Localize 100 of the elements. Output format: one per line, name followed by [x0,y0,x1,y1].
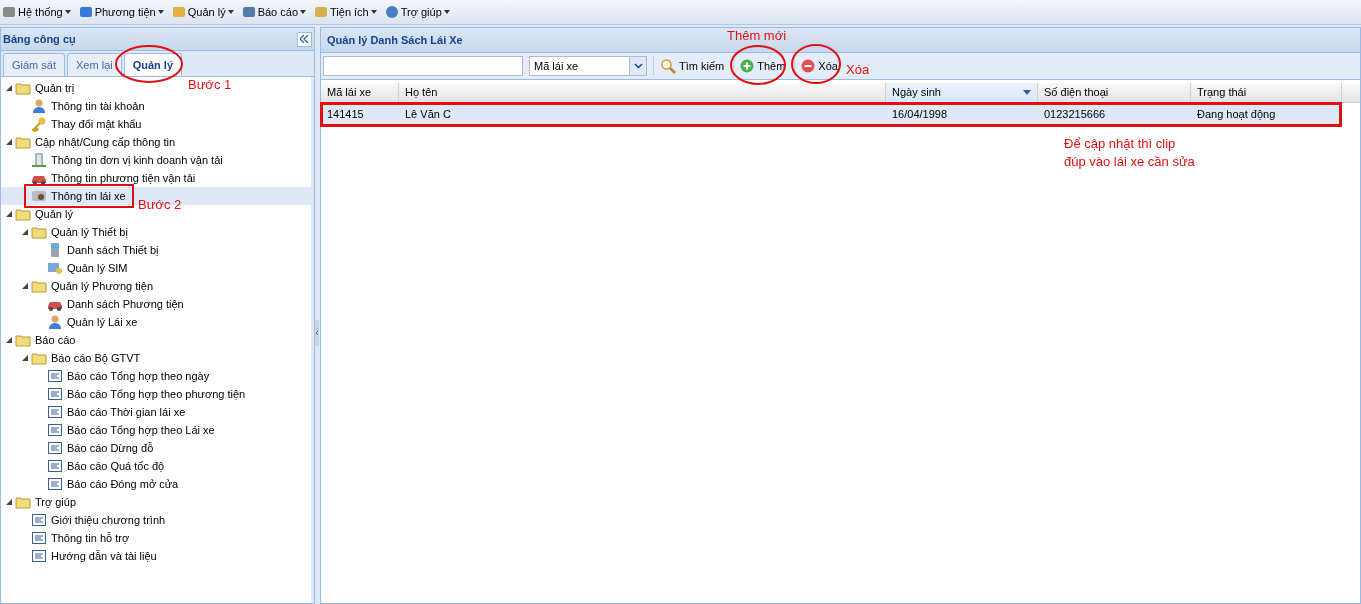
tree-item[interactable]: Báo cáo Tổng hợp theo ngày [37,367,210,385]
document-icon [47,404,63,420]
caret-icon [157,10,164,14]
folder-icon [31,278,47,294]
key-icon [31,116,47,132]
tree-item[interactable]: Danh sách Thiết bị [37,241,159,259]
tree-item[interactable]: Hướng dẫn và tài liệu [21,547,157,565]
document-icon [31,512,47,528]
tree-item-label: Thay đổi mật khẩu [51,117,142,131]
table-row[interactable]: 141415 Lê Văn C 16/04/1998 0123215666 Đang hoạt động [321,103,1342,125]
document-icon [47,458,63,474]
tree-item[interactable]: Báo cáo Dừng đỗ [37,439,154,457]
menu-icon [384,5,399,19]
sidebar-tab[interactable]: Xem lại [67,53,122,76]
search-field[interactable] [323,56,523,76]
caret-icon [443,10,450,14]
table-cell-text: Lê Văn C [404,106,452,122]
tree-item[interactable]: Quản lý Thiết bị [21,223,128,241]
column-header[interactable]: Trạng thái [1191,83,1342,102]
tree-item[interactable]: Cập nhật/Cung cấp thông tin [5,133,176,151]
tree-item-label: Báo cáo Thời gian lái xe [67,405,186,419]
document-icon [47,386,63,402]
tree-item[interactable]: Quản lý Lái xe [37,313,138,331]
annotation-text: Bước 1 [188,76,232,94]
menu-icon [241,5,256,19]
tree-item[interactable]: Báo cáo Thời gian lái xe [37,403,186,421]
document-icon [47,368,63,384]
tree-item-label: Báo cáo Tổng hợp theo ngày [67,369,210,383]
menu-icon [2,5,16,19]
toolbar-button[interactable]: Tìm kiếm [653,56,728,76]
chevron-down-icon [633,63,643,69]
expand-icon[interactable] [5,138,13,146]
tree-item[interactable]: Thông tin tài khoản [21,97,145,115]
menu-item[interactable]: Hệ thống [2,3,71,21]
column-header[interactable]: Số điện thoại [1038,83,1191,102]
menu-item[interactable]: Trợ giúp [384,3,450,21]
tree-item[interactable]: Thông tin phương tiện vận tải [21,169,196,187]
tree-item[interactable]: Trợ giúp [5,493,77,511]
column-header[interactable]: Ngày sinh [886,83,1038,102]
annotation-text: Bước 2 [138,196,182,214]
menu-icon [171,5,186,19]
folder-icon [15,332,31,348]
filter-dropdown[interactable]: Mã lái xe [529,56,647,76]
tree-item[interactable]: Giới thiệu chương trình [21,511,166,529]
annotation-text: Để cập nhật thì clip đúp vào lái xe cần sửa [1064,135,1195,171]
document-icon [31,530,47,546]
tree-item[interactable]: Quản lý [5,205,73,223]
tree-item-label: Báo cáo [35,333,76,347]
menu-item[interactable]: Báo cáo [241,3,306,21]
person-icon [31,98,47,114]
tree-item-label: Báo cáo Tổng hợp theo phương tiện [67,387,246,401]
tree-item-label: Thông tin lái xe [51,189,126,203]
caret-icon [300,10,306,14]
folder-icon [15,134,31,150]
tree-item[interactable]: Báo cáo Tổng hợp theo phương tiện [37,385,246,403]
tree-item-label: Báo cáo Bộ GTVT [51,351,141,365]
document-icon [47,422,63,438]
tree-item[interactable]: Quản trị [5,79,75,97]
person-icon [47,314,63,330]
column-header[interactable]: Mã lái xe [321,83,399,102]
highlight-ellipse [729,44,787,86]
tree-item-label: Quản trị [35,81,75,95]
menu-item[interactable]: Phương tiện [78,3,164,21]
tree-item[interactable]: Thay đổi mật khẩu [21,115,142,133]
tree-item-label: Báo cáo Đóng mở cửa [67,477,179,491]
tree-item[interactable]: Danh sách Phương tiện [37,295,184,313]
document-icon [31,548,47,564]
tree-item[interactable]: Thông tin đơn vị kinh doanh vận tải [21,151,223,169]
sidebar-tab[interactable]: Quản lý [123,53,183,76]
search-icon [660,58,676,74]
expand-icon[interactable] [5,498,13,506]
tree-item[interactable]: Báo cáo Đóng mở cửa [37,475,179,493]
tree-item-label: Quản lý Lái xe [67,315,138,329]
expand-icon[interactable] [5,210,13,218]
tree-item[interactable]: Báo cáo Tổng hợp theo Lái xe [37,421,215,439]
tree-item[interactable]: Báo cáo Quá tốc độ [37,457,165,475]
collapse-button[interactable] [297,31,312,47]
tree-item[interactable]: Báo cáo [5,331,76,349]
tree-item[interactable]: Quản lý SIM [37,259,128,277]
sidebar-tab[interactable]: Giám sát [3,53,65,76]
expand-icon[interactable] [21,354,29,362]
expand-icon[interactable] [5,336,13,344]
card-key-icon [47,260,63,276]
tree-item-label: Trợ giúp [35,495,77,509]
highlight-ellipse [114,44,184,84]
sidebar-splitter-handle[interactable] [315,320,319,346]
tree-item[interactable]: Thông tin hỗ trợ [21,529,130,547]
expand-icon[interactable] [21,282,29,290]
tree-item-label: Quản lý Phương tiện [51,279,154,293]
tree-item-label: Thông tin tài khoản [51,99,145,113]
expand-icon[interactable] [21,228,29,236]
menu-item[interactable]: Quản lý [171,3,234,21]
caret-icon [227,10,234,14]
tree-item-label: Danh sách Phương tiện [67,297,184,311]
tree-item[interactable]: Quản lý Phương tiện [21,277,154,295]
expand-icon[interactable] [5,84,13,92]
id-card-icon [31,188,47,204]
menu-icon [314,5,328,19]
menu-item[interactable]: Tiện ích [314,3,377,21]
tree-item[interactable]: Báo cáo Bộ GTVT [21,349,141,367]
